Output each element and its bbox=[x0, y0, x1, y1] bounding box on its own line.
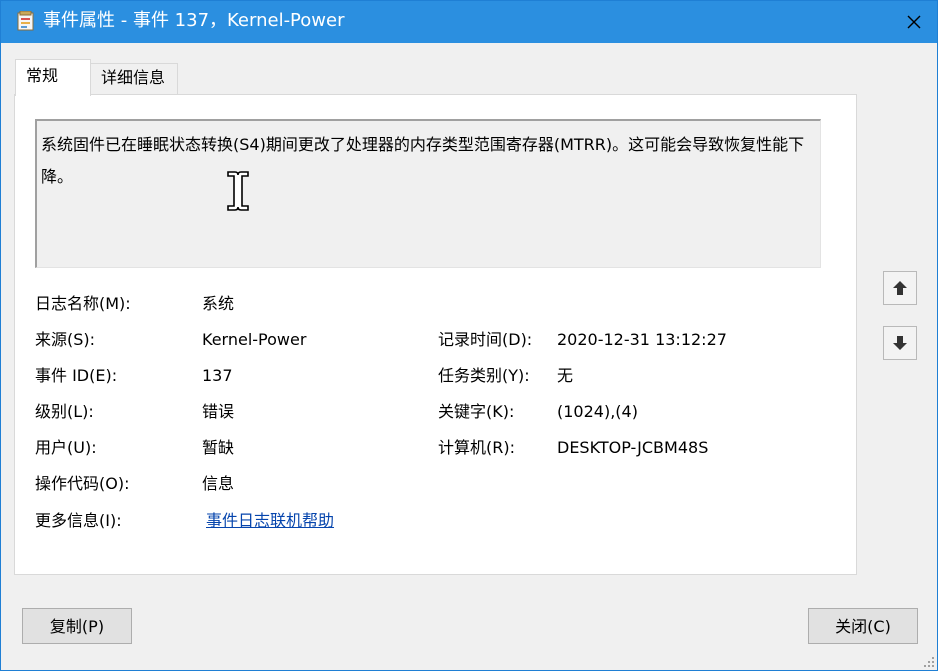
log-name-value: 系统 bbox=[202, 294, 235, 313]
logged-label: 记录时间(D): bbox=[438, 330, 533, 349]
logged-value: 2020-12-31 13:12:27 bbox=[557, 330, 727, 349]
title-bar[interactable]: 事件属性 - 事件 137，Kernel-Power bbox=[1, 1, 937, 43]
close-icon bbox=[907, 15, 921, 29]
log-name-label: 日志名称(M): bbox=[35, 294, 131, 313]
close-button[interactable]: 关闭(C) bbox=[808, 608, 918, 644]
event-id-label: 事件 ID(E): bbox=[35, 366, 118, 385]
general-tab-panel: 系统固件已在睡眠状态转换(S4)期间更改了处理器的内存类型范围寄存器(MTRR)… bbox=[14, 94, 857, 575]
source-value: Kernel-Power bbox=[202, 330, 307, 349]
window-title: 事件属性 - 事件 137，Kernel-Power bbox=[43, 10, 345, 31]
event-description-text: 系统固件已在睡眠状态转换(S4)期间更改了处理器的内存类型范围寄存器(MTRR)… bbox=[41, 135, 805, 186]
previous-event-button[interactable] bbox=[883, 271, 917, 305]
event-description-box[interactable]: 系统固件已在睡眠状态转换(S4)期间更改了处理器的内存类型范围寄存器(MTRR)… bbox=[35, 119, 821, 268]
arrow-up-icon bbox=[893, 281, 907, 295]
event-properties-window: 事件属性 - 事件 137，Kernel-Power 常规 详细信息 系统固件已… bbox=[0, 0, 938, 671]
resize-grip-icon[interactable] bbox=[923, 656, 935, 668]
task-category-label: 任务类别(Y): bbox=[438, 366, 530, 385]
opcode-label: 操作代码(O): bbox=[35, 474, 130, 493]
level-value: 错误 bbox=[202, 402, 235, 421]
keywords-label: 关键字(K): bbox=[438, 402, 515, 421]
more-info-label: 更多信息(I): bbox=[35, 511, 122, 530]
text-cursor-icon bbox=[227, 171, 249, 211]
copy-button[interactable]: 复制(P) bbox=[22, 608, 132, 644]
opcode-value: 信息 bbox=[202, 474, 235, 493]
arrow-down-icon bbox=[893, 336, 907, 350]
keywords-value: (1024),(4) bbox=[557, 402, 638, 421]
user-value: 暂缺 bbox=[202, 438, 235, 457]
user-label: 用户(U): bbox=[35, 438, 97, 457]
tab-general[interactable]: 常规 bbox=[15, 59, 91, 96]
computer-value: DESKTOP-JCBM48S bbox=[557, 438, 709, 457]
source-label: 来源(S): bbox=[35, 330, 96, 349]
level-label: 级别(L): bbox=[35, 402, 94, 421]
computer-label: 计算机(R): bbox=[438, 438, 515, 457]
event-log-online-help-link[interactable]: 事件日志联机帮助 bbox=[206, 510, 334, 532]
task-category-value: 无 bbox=[557, 366, 574, 385]
event-id-value: 137 bbox=[202, 366, 233, 385]
next-event-button[interactable] bbox=[883, 326, 917, 360]
tab-details[interactable]: 详细信息 bbox=[90, 63, 178, 95]
event-viewer-icon bbox=[17, 11, 34, 31]
close-window-button[interactable] bbox=[891, 1, 937, 43]
